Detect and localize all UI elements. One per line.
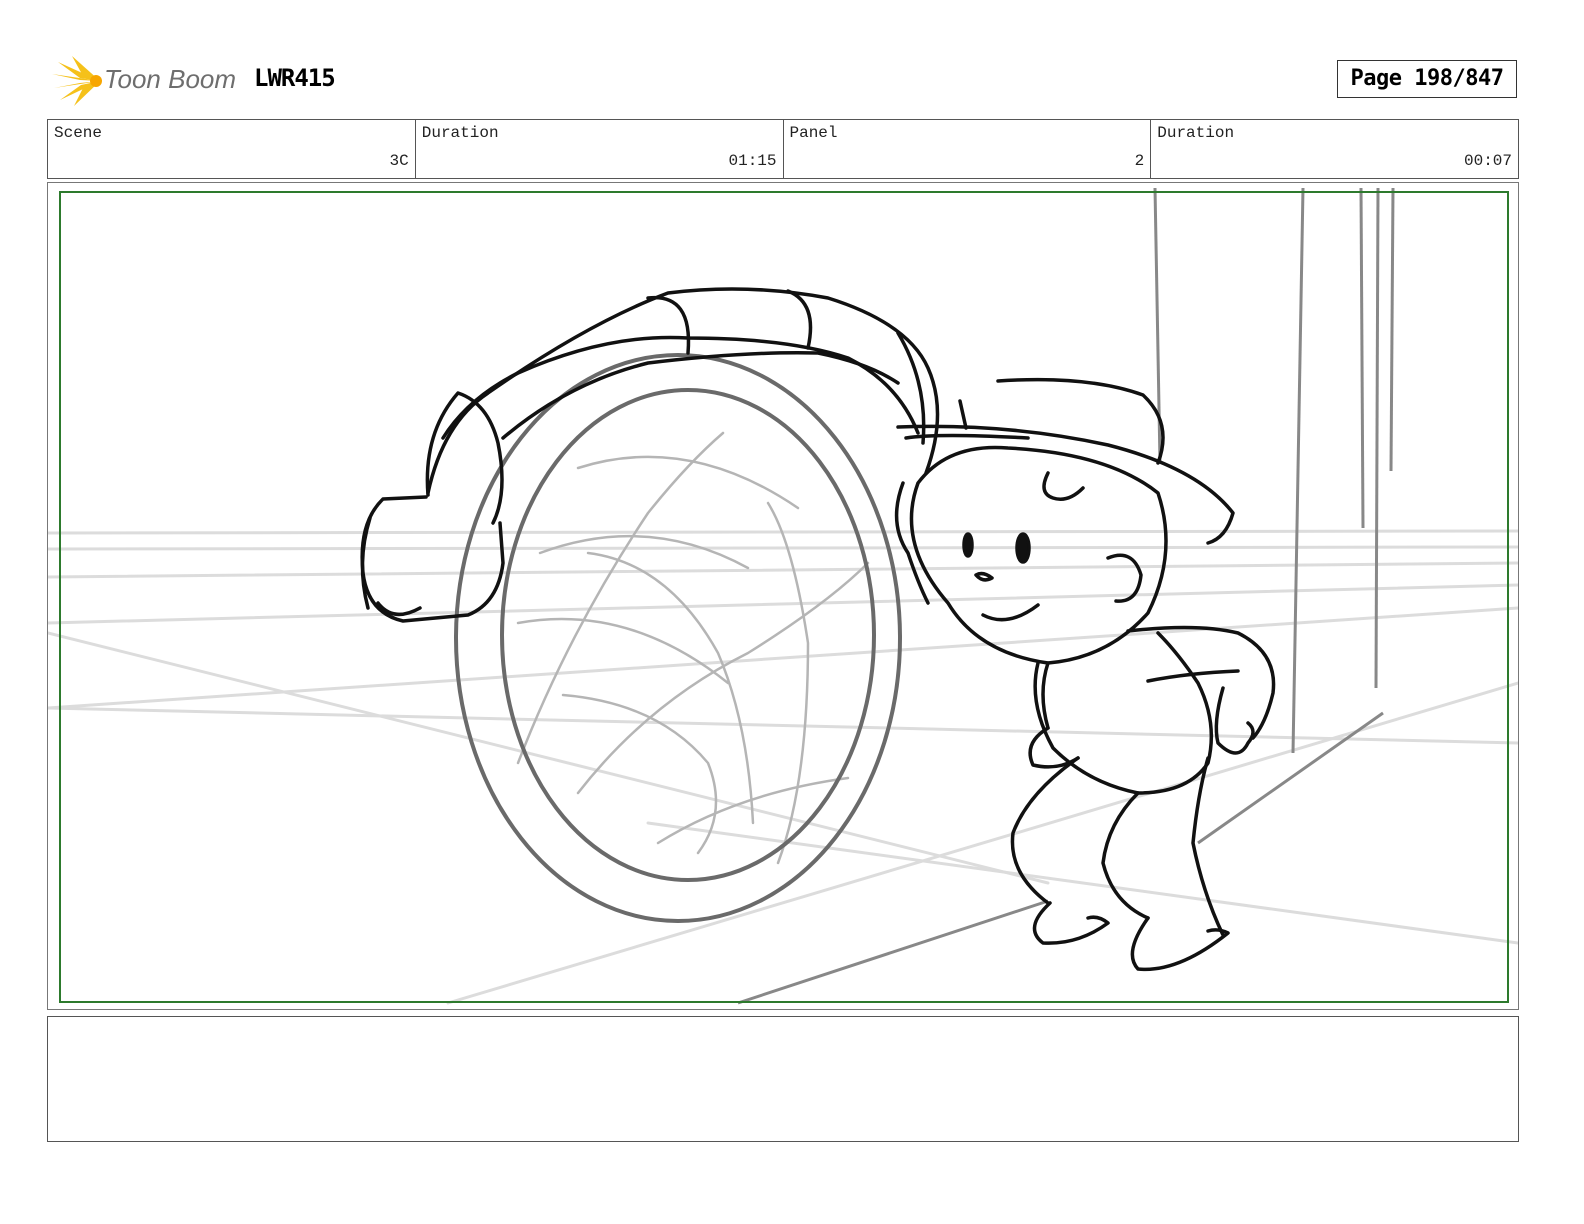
- scene-value: 3C: [389, 152, 409, 170]
- scene-label: Scene: [54, 124, 103, 142]
- scene-cell: Scene 3C: [48, 120, 416, 178]
- panel-value: 2: [1134, 152, 1145, 170]
- scene-duration-label: Duration: [421, 124, 499, 142]
- page-number: Page 198/847: [1337, 60, 1517, 98]
- storyboard-header: Toon Boom LWR415 Page 198/847: [48, 54, 1538, 110]
- project-code: LWR415: [254, 64, 336, 92]
- scene-duration-value: 01:15: [728, 152, 777, 170]
- panel-duration-cell: Duration 00:07: [1151, 120, 1518, 178]
- brand-name: Toon Boom: [104, 64, 237, 94]
- panel-duration-value: 00:07: [1463, 152, 1512, 170]
- toon-boom-logo-icon: [52, 56, 102, 106]
- panel-drawing: [48, 187, 1518, 1005]
- panel-duration-label: Duration: [1157, 124, 1235, 142]
- panel-label: Panel: [789, 124, 838, 142]
- info-row: Scene 3C Duration 01:15 Panel 2 Duration…: [47, 119, 1519, 179]
- storyboard-panel: [47, 182, 1519, 1010]
- scene-duration-cell: Duration 01:15: [416, 120, 784, 178]
- notes-box: [47, 1016, 1519, 1142]
- panel-cell: Panel 2: [784, 120, 1152, 178]
